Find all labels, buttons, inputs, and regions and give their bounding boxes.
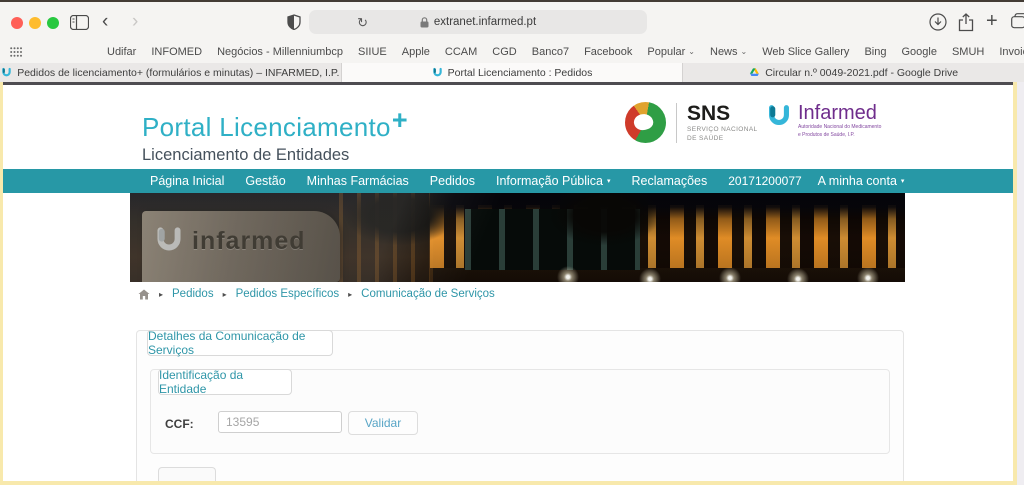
bookmark-item[interactable]: Google <box>901 46 936 58</box>
bookmark-label: Popular <box>647 46 685 58</box>
next-section-tab-partial <box>158 467 216 481</box>
caret-down-icon: ▾ <box>901 177 905 185</box>
tab-portal-licenciamento[interactable]: Portal Licenciamento : Pedidos <box>341 63 683 82</box>
tab-bar: Pedidos de licenciamento+ (formulários e… <box>0 63 1024 82</box>
account-label: A minha conta <box>818 174 897 188</box>
bookmark-item[interactable]: Udifar <box>107 46 136 58</box>
nav-minhas-farmacias[interactable]: Minhas Farmácias <box>307 174 409 188</box>
tab-overview-icon[interactable] <box>1011 13 1024 29</box>
maximize-window-button[interactable] <box>47 17 59 29</box>
nav-label: Informação Pública <box>496 174 603 188</box>
tab-pedidos-licenciamento[interactable]: Pedidos de licenciamento+ (formulários e… <box>0 63 341 82</box>
close-window-button[interactable] <box>11 17 23 29</box>
user-number: 20171200077 <box>728 174 801 188</box>
infarmed-favicon <box>1 67 12 78</box>
bookmark-item[interactable]: Web Slice Gallery <box>762 46 849 58</box>
tab-title: Circular n.º 0049-2021.pdf - Google Driv… <box>765 67 958 79</box>
bookmark-item[interactable]: Apple <box>402 46 430 58</box>
bookmark-folder-news[interactable]: News⌄ <box>710 46 747 58</box>
bookmark-folder-popular[interactable]: Popular⌄ <box>647 46 695 58</box>
site-logo: Portal Licenciamento+ Licenciamento de E… <box>142 105 408 165</box>
web-page: Portal Licenciamento+ Licenciamento de E… <box>3 82 1013 481</box>
caret-down-icon: ▾ <box>607 177 611 185</box>
frequently-visited-grid-icon[interactable] <box>10 47 22 57</box>
infarmed-u-icon <box>766 102 792 130</box>
new-tab-icon[interactable]: + <box>986 10 998 33</box>
forward-button[interactable]: › <box>132 11 138 33</box>
sns-acronym: SNS <box>687 103 758 124</box>
tab-title: Pedidos de licenciamento+ (formulários e… <box>17 67 339 79</box>
main-navigation: Página Inicial Gestão Minhas Farmácias P… <box>3 169 1013 193</box>
back-button[interactable]: ‹ <box>102 11 108 33</box>
infarmed-favicon <box>432 67 443 78</box>
privacy-shield-icon[interactable] <box>287 14 301 30</box>
sns-logo: SNS SERVIÇO NACIONAL DE SAÚDE <box>625 102 758 143</box>
bookmark-item[interactable]: SMUH <box>952 46 984 58</box>
hero-light-sheen <box>130 193 905 282</box>
bookmark-item[interactable]: CCAM <box>445 46 477 58</box>
site-title: Portal Licenciamento+ <box>142 105 408 143</box>
url-text: extranet.infarmed.pt <box>434 16 536 28</box>
bookmark-item[interactable]: CGD <box>492 46 516 58</box>
account-menu[interactable]: A minha conta ▾ <box>818 174 905 188</box>
sns-swirl-icon <box>625 102 666 143</box>
sns-tagline: SERVIÇO NACIONAL <box>687 126 758 133</box>
nav-pagina-inicial[interactable]: Página Inicial <box>150 174 224 188</box>
minimize-window-button[interactable] <box>29 17 41 29</box>
home-icon[interactable] <box>138 289 150 300</box>
breadcrumb-separator-icon: ▸ <box>159 290 163 299</box>
sidebar-toggle-icon[interactable] <box>70 15 89 30</box>
validar-button[interactable]: Validar <box>348 411 418 435</box>
screenshot-highlight-frame: Portal Licenciamento+ Licenciamento de E… <box>0 82 1024 485</box>
hero-banner-image: infarmed <box>130 193 905 282</box>
infarmed-wordmark: Infarmed <box>798 102 881 124</box>
ccf-input[interactable] <box>218 411 342 433</box>
sns-tagline: DE SAÚDE <box>687 135 758 142</box>
browser-titlebar: ‹ › extranet.infarmed.pt ↻ + <box>0 0 1024 40</box>
bookmark-label: News <box>710 46 738 58</box>
breadcrumb-pedidos[interactable]: Pedidos <box>172 288 214 300</box>
desktop-edge <box>1017 82 1024 485</box>
site-subtitle: Licenciamento de Entidades <box>142 146 408 165</box>
bookmark-item[interactable]: INFOMED <box>151 46 202 58</box>
ccf-label: CCF: <box>165 417 194 431</box>
breadcrumb-separator-icon: ▸ <box>348 290 352 299</box>
infarmed-tagline: Autoridade Nacional do Medicamento <box>798 124 881 132</box>
breadcrumb-comunicacao-servicos[interactable]: Comunicação de Serviços <box>361 288 495 300</box>
breadcrumb-separator-icon: ▸ <box>223 290 227 299</box>
infarmed-logo: Infarmed Autoridade Nacional do Medicame… <box>766 102 881 139</box>
chevron-down-icon: ⌄ <box>688 47 695 56</box>
bookmark-item[interactable]: InvoiceXpress <box>999 46 1024 58</box>
share-icon[interactable] <box>958 13 974 32</box>
lock-icon <box>420 17 429 28</box>
section-tab-detalhes: Detalhes da Comunicação de Serviços <box>147 330 333 356</box>
bookmark-item[interactable]: SIIUE <box>358 46 387 58</box>
google-drive-icon <box>749 67 760 78</box>
tab-title: Portal Licenciamento : Pedidos <box>448 67 593 79</box>
bookmark-item[interactable]: Bing <box>864 46 886 58</box>
breadcrumb-pedidos-especificos[interactable]: Pedidos Específicos <box>236 288 340 300</box>
bookmark-item[interactable]: Negócios - Millenniumbcp <box>217 46 343 58</box>
nav-gestao[interactable]: Gestão <box>245 174 285 188</box>
fieldset-legend-identificacao: Identificação da Entidade <box>158 369 292 395</box>
logo-divider <box>676 103 677 143</box>
bookmark-item[interactable]: Facebook <box>584 46 632 58</box>
nav-informacao-publica[interactable]: Informação Pública ▾ <box>496 174 611 188</box>
bookmark-item[interactable]: Banco7 <box>532 46 569 58</box>
plus-mark: + <box>392 105 408 135</box>
chevron-down-icon: ⌄ <box>741 47 748 56</box>
nav-reclamacoes[interactable]: Reclamações <box>632 174 708 188</box>
reload-icon[interactable]: ↻ <box>357 15 368 31</box>
breadcrumb: ▸ Pedidos ▸ Pedidos Específicos ▸ Comuni… <box>138 288 495 300</box>
nav-pedidos[interactable]: Pedidos <box>430 174 475 188</box>
downloads-icon[interactable] <box>929 13 947 31</box>
infarmed-tagline: e Produtos de Saúde, I.P. <box>798 132 881 140</box>
bookmarks-bar: Udifar INFOMED Negócios - Millenniumbcp … <box>0 40 1024 63</box>
tab-google-drive-pdf[interactable]: Circular n.º 0049-2021.pdf - Google Driv… <box>682 63 1024 82</box>
